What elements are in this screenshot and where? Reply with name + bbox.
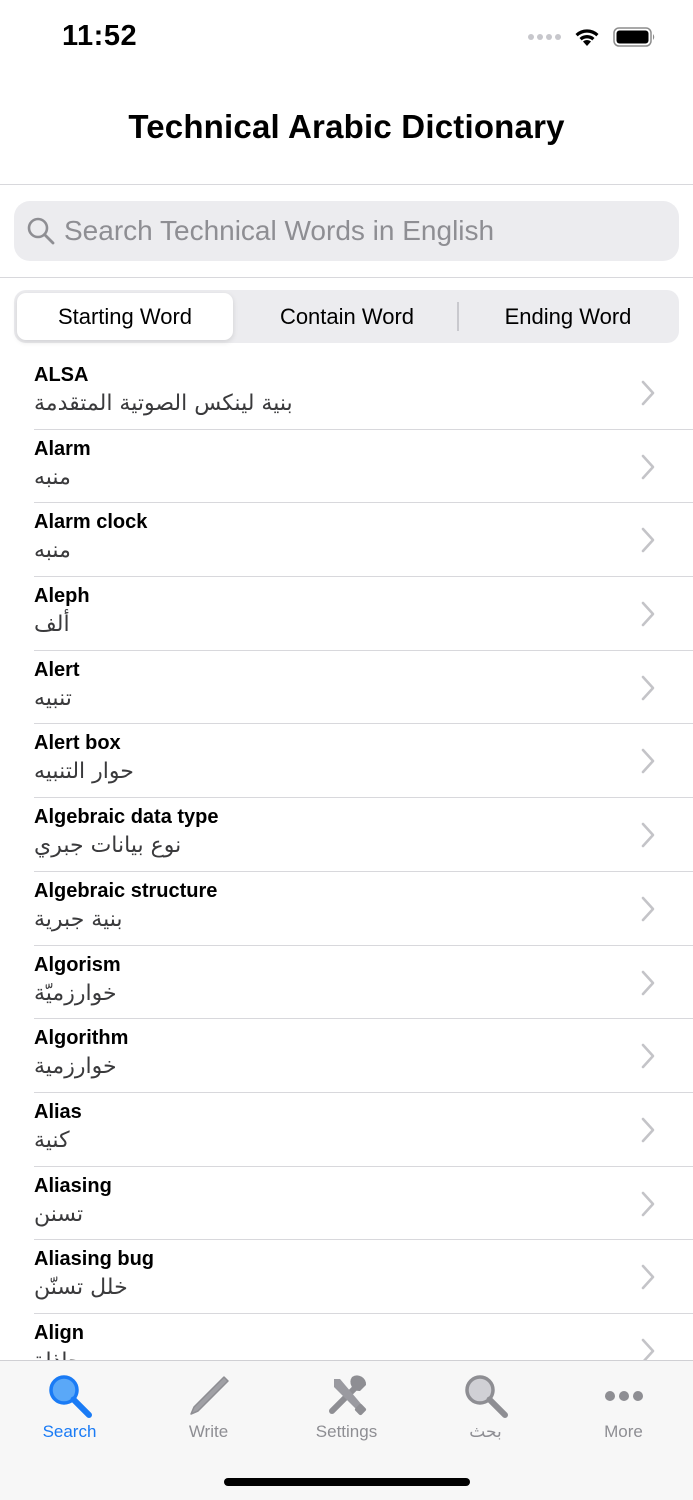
chevron-right-icon [641, 896, 655, 922]
word-arabic: خوارزميّة [34, 980, 117, 1006]
word-arabic: تسنن [34, 1201, 84, 1227]
tab-label: Search [42, 1422, 97, 1441]
search-divider [0, 277, 693, 278]
chevron-right-icon [641, 528, 655, 553]
chevron-right-icon [641, 675, 655, 701]
chevron-right-icon [641, 380, 655, 406]
word-arabic: نوع بيانات جبري [34, 833, 182, 859]
word-english: Algorithm [34, 1027, 129, 1050]
word-english: Algebraic data type [34, 806, 219, 829]
tab-more[interactable]: More [554, 1369, 693, 1449]
chevron-right-icon [641, 1117, 655, 1143]
magnifier-icon [464, 1375, 508, 1418]
segment-label: Contain Word [279, 303, 415, 329]
word-english: ALSA [34, 364, 89, 386]
chevron-right-icon [641, 1191, 655, 1216]
word-english: Alert [34, 658, 80, 681]
wifi-icon [575, 29, 599, 46]
word-english: Align [34, 1321, 84, 1344]
word-english: Alert box [34, 732, 121, 755]
magnifier-icon [48, 1375, 92, 1418]
segment-ending-word[interactable]: Ending Word [460, 293, 676, 340]
segment-starting-word[interactable]: Starting Word [17, 293, 233, 340]
search-input[interactable] [64, 215, 654, 247]
word-english: Alias [34, 1100, 82, 1123]
page-title: Technical Arabic Dictionary [128, 108, 565, 145]
list-item[interactable]: Alarm clock منبه [0, 503, 693, 578]
list-item[interactable]: Align محاذاة [0, 1314, 693, 1360]
chevron-right-icon [641, 822, 655, 848]
tab-write[interactable]: Write [139, 1369, 278, 1449]
list-item[interactable]: Alarm منبه [0, 430, 693, 504]
word-arabic: ألف [34, 612, 70, 638]
word-english: Aliasing [34, 1174, 112, 1197]
search-bar[interactable] [14, 201, 679, 261]
tab-label: بحث [469, 1422, 502, 1441]
chevron-right-icon [641, 970, 655, 995]
word-arabic: كنية [34, 1127, 70, 1153]
list-item[interactable]: ALSA بنية لينكس الصوتية المتقدمة [0, 356, 693, 430]
chevron-right-icon [641, 1338, 655, 1360]
chevron-right-icon [641, 1264, 655, 1290]
list-item[interactable]: Aleph ألف [0, 577, 693, 651]
word-arabic: منبه [34, 464, 71, 490]
word-english: Aliasing bug [34, 1248, 154, 1271]
tools-icon [328, 1375, 366, 1416]
word-english: Alarm clock [34, 511, 148, 534]
chevron-right-icon [641, 601, 655, 627]
list-item[interactable]: Algorism خوارزميّة [0, 946, 693, 1020]
status-icons [528, 26, 657, 48]
word-arabic: بنية لينكس الصوتية المتقدمة [34, 391, 293, 416]
list-item[interactable]: Aliasing bug خلل تسنّن [0, 1240, 693, 1314]
segment-divider [457, 302, 459, 331]
battery-icon [613, 27, 655, 47]
word-list[interactable]: ALSA بنية لينكس الصوتية المتقدمة Alarm منبه… [0, 356, 693, 1360]
segment-label: Ending Word [504, 303, 632, 329]
word-arabic: حوار التنبيه [34, 759, 134, 785]
word-arabic: تنبيه [34, 685, 72, 711]
segment-contain-word[interactable]: Contain Word [239, 293, 455, 340]
chevron-right-icon [641, 749, 655, 774]
tab-settings[interactable]: Settings [277, 1369, 416, 1449]
word-arabic: منبه [34, 538, 71, 564]
more-dots-icon [604, 1391, 643, 1401]
word-english: Algebraic structure [34, 879, 218, 902]
tab-label: More [604, 1422, 643, 1441]
list-item[interactable]: Algorithm خوارزمية [0, 1019, 693, 1093]
word-english: Algorism [34, 953, 121, 976]
search-icon [27, 217, 55, 245]
list-item[interactable]: Algebraic data type نوع بيانات جبري [0, 798, 693, 872]
nav-divider [0, 184, 693, 185]
home-indicator [224, 1478, 470, 1486]
tab-search[interactable]: Search [0, 1369, 139, 1449]
word-arabic: خلل تسنّن [34, 1275, 128, 1301]
word-english: Alarm [34, 437, 91, 460]
list-item[interactable]: Algebraic structure بنية جبرية [0, 872, 693, 946]
word-arabic: محاذاة [34, 1349, 94, 1360]
status-bar: 11:52 [0, 0, 693, 80]
word-english: Aleph [34, 585, 90, 608]
word-arabic: خوارزمية [34, 1054, 117, 1080]
status-time: 11:52 [62, 20, 138, 52]
list-item[interactable]: Alert تنبيه [0, 651, 693, 725]
segment-label: Starting Word [57, 303, 193, 329]
tab-arabic-search[interactable]: بحث [416, 1369, 555, 1449]
tab-label: Write [188, 1422, 229, 1441]
chevron-right-icon [641, 1043, 655, 1069]
tab-label: Settings [315, 1422, 378, 1441]
search-mode-segmented-control: Starting Word Contain Word Ending Word [14, 290, 679, 343]
list-item[interactable]: Alias كنية [0, 1093, 693, 1167]
chevron-right-icon [641, 454, 655, 479]
pencil-icon [189, 1376, 229, 1415]
signal-dots-icon [528, 34, 561, 40]
list-item[interactable]: Alert box حوار التنبيه [0, 724, 693, 799]
word-arabic: بنية جبرية [34, 906, 123, 932]
list-item[interactable]: Aliasing تسنن [0, 1167, 693, 1241]
